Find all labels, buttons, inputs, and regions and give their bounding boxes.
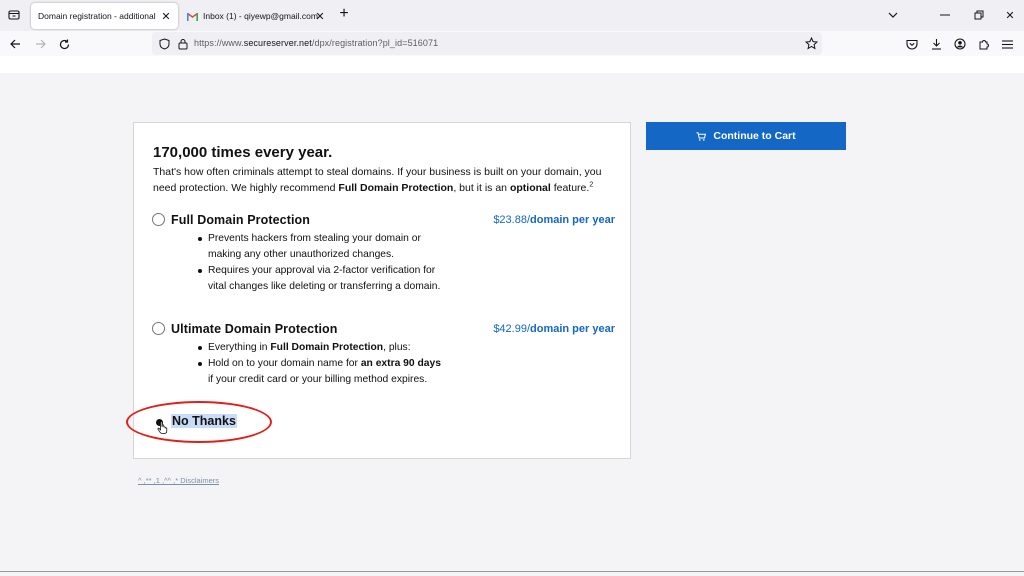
intro-bold: Full Domain Protection: [338, 182, 454, 194]
option-price: $42.99/domain per year: [493, 323, 615, 335]
new-tab-icon[interactable]: +: [336, 6, 352, 24]
cart-icon: [696, 131, 707, 141]
card-intro: That's how often criminals attempt to st…: [153, 164, 618, 196]
option-price: $23.88/domain per year: [493, 214, 615, 226]
cart-button-label: Continue to Cart: [713, 130, 796, 142]
price-amount: $42.99/: [493, 323, 531, 335]
pocket-icon[interactable]: [903, 35, 921, 53]
page-header-strip: [0, 56, 1024, 73]
url-path: /dpx/registration?pl_id=516071: [311, 38, 439, 48]
option-ultimate-domain-protection[interactable]: Ultimate Domain Protection $42.99/domain…: [152, 322, 617, 407]
price-unit: domain per year: [530, 214, 615, 226]
bullet-text: , plus:: [383, 342, 411, 353]
gmail-icon: [187, 12, 198, 21]
price-unit: domain per year: [530, 323, 615, 335]
restore-icon[interactable]: [970, 6, 988, 24]
shield-icon[interactable]: [158, 37, 171, 50]
option-full-domain-protection[interactable]: Full Domain Protection $23.88/domain per…: [152, 213, 617, 313]
bullet-text: if your credit card or your billing meth…: [208, 374, 428, 385]
option-title: Full Domain Protection: [171, 213, 311, 227]
option-bullets: Prevents hackers from stealing your doma…: [198, 231, 448, 295]
account-icon[interactable]: [951, 35, 969, 53]
back-arrow-icon[interactable]: [6, 35, 24, 53]
footnote-marker: 2: [589, 181, 594, 189]
address-bar[interactable]: https://www.secureserver.net/dpx/registr…: [152, 32, 822, 55]
bullet-text: Hold on to your domain name for: [208, 358, 361, 369]
intro-text: feature.: [550, 182, 590, 194]
radio-full-domain-protection[interactable]: [152, 213, 165, 226]
disclaimers-link[interactable]: ^ ,** ,1 ,^^ ,* Disclaimers: [138, 476, 219, 485]
option-bullets: Everything in Full Domain Protection, pl…: [198, 340, 448, 388]
continue-to-cart-button[interactable]: Continue to Cart: [646, 122, 846, 150]
reload-icon[interactable]: [55, 35, 73, 53]
bullet-bold: an extra 90 days: [360, 358, 441, 369]
forward-arrow-icon[interactable]: [31, 35, 49, 53]
intro-bold: optional: [509, 182, 551, 194]
bullet-text: Everything in: [208, 342, 271, 353]
intro-text: , but it is an: [453, 182, 510, 194]
close-icon[interactable]: ✕: [313, 9, 327, 23]
tab-list-icon[interactable]: [4, 5, 24, 25]
highlight-annotation: [126, 401, 272, 443]
list-item: Prevents hackers from stealing your doma…: [198, 231, 448, 263]
tab-bar: Domain registration - additional of ✕ In…: [0, 0, 1024, 31]
bullet-bold: Full Domain Protection: [270, 342, 384, 353]
list-item: Requires your approval via 2-factor veri…: [198, 263, 448, 295]
tab-title: Inbox (1) - qiyewp@gmail.com: [203, 11, 318, 21]
url-prefix: https://www.: [194, 38, 244, 48]
list-item: Hold on to your domain name for an extra…: [198, 356, 448, 388]
minimize-icon[interactable]: [936, 6, 954, 24]
card-headline: 170,000 times every year.: [153, 144, 333, 161]
list-item: Everything in Full Domain Protection, pl…: [198, 340, 448, 356]
chevron-down-icon[interactable]: [884, 6, 902, 24]
url-text[interactable]: https://www.secureserver.net/dpx/registr…: [194, 38, 438, 48]
tab-inbox[interactable]: Inbox (1) - qiyewp@gmail.com ✕: [182, 3, 332, 29]
url-host: secureserver.net: [243, 38, 312, 48]
option-title: Ultimate Domain Protection: [171, 322, 338, 336]
menu-icon[interactable]: [998, 35, 1016, 53]
tab-domain-registration[interactable]: Domain registration - additional of ✕: [31, 3, 178, 29]
lock-icon[interactable]: [176, 37, 189, 50]
bookmark-star-icon[interactable]: [804, 36, 819, 51]
radio-ultimate-domain-protection[interactable]: [152, 322, 165, 335]
downloads-icon[interactable]: [927, 35, 945, 53]
extensions-icon[interactable]: [975, 35, 993, 53]
tab-title: Domain registration - additional of: [38, 11, 158, 21]
bottom-divider: [0, 571, 1024, 576]
window-close-icon[interactable]: ✕: [1001, 6, 1019, 24]
price-amount: $23.88/: [493, 214, 531, 226]
close-icon[interactable]: ✕: [159, 9, 173, 23]
navigation-bar: https://www.secureserver.net/dpx/registr…: [0, 31, 1024, 56]
